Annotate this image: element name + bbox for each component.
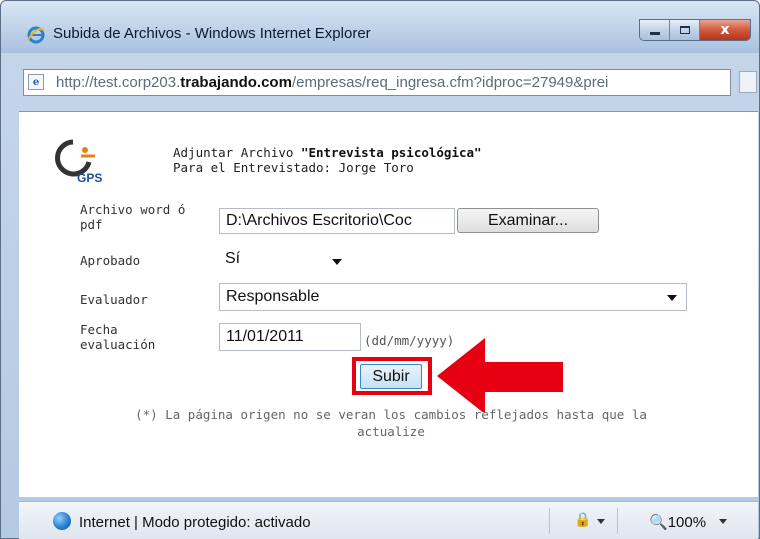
- internet-explorer-icon: [27, 26, 45, 44]
- compatibility-view-icon[interactable]: [739, 71, 757, 93]
- chevron-down-icon[interactable]: [719, 519, 727, 524]
- status-divider: [549, 508, 550, 534]
- title-bar[interactable]: Subida de Archivos - Windows Internet Ex…: [1, 1, 759, 53]
- security-icon[interactable]: 🔒: [574, 512, 596, 530]
- fecha-label-line2: evaluación: [80, 337, 156, 352]
- status-divider: [617, 508, 618, 534]
- globe-icon: [53, 512, 71, 530]
- fecha-label: Fecha evaluación: [80, 322, 155, 352]
- fecha-input[interactable]: 11/01/2011: [219, 323, 361, 351]
- browser-window: Subida de Archivos - Windows Internet Ex…: [0, 0, 760, 539]
- status-bar: Internet | Modo protegido: activado 🔒 🔍1…: [19, 501, 758, 539]
- minimize-button[interactable]: [640, 20, 670, 40]
- page-content: GPS Adjuntar Archivo "Entrevista psicoló…: [19, 111, 758, 497]
- note-line1: (*) La página origen no se veran los cam…: [135, 407, 647, 422]
- aprobado-label: Aprobado: [80, 253, 141, 268]
- file-label-line2: pdf: [80, 217, 103, 232]
- intro-text: Adjuntar Archivo "Entrevista psicológica…: [173, 145, 482, 175]
- red-arrow-icon: [437, 338, 563, 412]
- close-button[interactable]: x: [700, 20, 750, 40]
- url-prefix: http://test.corp203.: [56, 74, 181, 91]
- page-icon: e: [28, 74, 44, 90]
- evaluador-select[interactable]: Responsable: [219, 283, 687, 311]
- evaluador-value: Responsable: [226, 288, 320, 305]
- close-icon: x: [720, 22, 730, 38]
- maximize-button[interactable]: [670, 20, 700, 40]
- intro-line2: Para el Entrevistado: Jorge Toro: [173, 160, 414, 175]
- url-domain: trabajando.com: [180, 74, 292, 91]
- zoom-value: 100%: [667, 514, 707, 531]
- aprobado-select[interactable]: Sí: [219, 245, 349, 273]
- examinar-button[interactable]: Examinar...: [457, 208, 599, 233]
- chevron-down-icon[interactable]: [597, 519, 605, 524]
- intro-line1-prefix: Adjuntar Archivo: [173, 145, 301, 160]
- subir-button[interactable]: Subir: [360, 364, 422, 389]
- url-suffix: /empresas/req_ingresa.cfm?idproc=27949&p…: [291, 74, 609, 91]
- window-title: Subida de Archivos - Windows Internet Ex…: [53, 25, 371, 42]
- chevron-down-icon: [667, 295, 677, 301]
- window-controls: x: [639, 19, 751, 41]
- url-text: http://test.corp203.trabajando.com/empre…: [56, 74, 608, 91]
- minimize-icon: [649, 32, 660, 35]
- aprobado-value: Sí: [225, 250, 241, 267]
- file-label: Archivo word ó pdf: [80, 202, 185, 232]
- address-bar[interactable]: e http://test.corp203.trabajando.com/emp…: [23, 69, 731, 96]
- note-line2: actualize: [357, 424, 425, 439]
- maximize-icon: [679, 26, 690, 34]
- chevron-down-icon: [332, 259, 342, 265]
- fecha-label-line1: Fecha: [80, 322, 118, 337]
- file-label-line1: Archivo word ó: [80, 202, 186, 217]
- note-text: (*) La página origen no se veran los cam…: [81, 406, 701, 440]
- gps-logo: GPS: [55, 139, 102, 185]
- intro-document-name: "Entrevista psicológica": [300, 145, 482, 160]
- evaluador-label: Evaluador: [80, 292, 148, 307]
- zoom-level[interactable]: 🔍100%: [649, 513, 706, 531]
- file-path-input[interactable]: D:\Archivos Escritorio\Coc: [219, 208, 455, 234]
- status-text: Internet | Modo protegido: activado: [79, 514, 311, 531]
- svg-text:GPS: GPS: [77, 171, 102, 185]
